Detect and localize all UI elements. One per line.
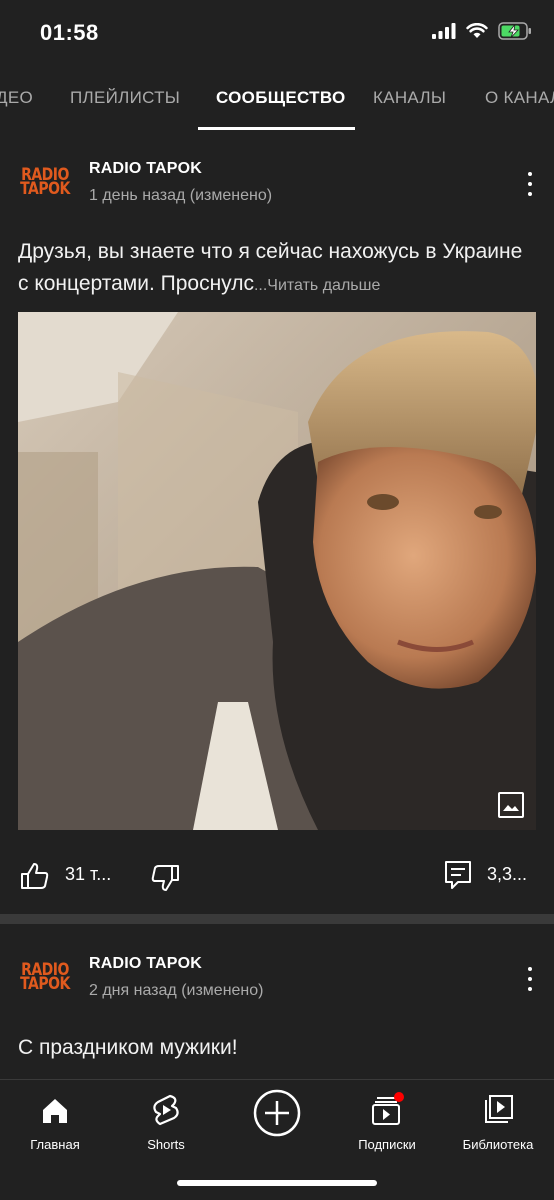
post-menu-button[interactable] <box>520 965 540 993</box>
subscriptions-icon <box>372 1092 404 1125</box>
home-indicator[interactable] <box>177 1180 377 1186</box>
read-more-link[interactable]: ...Читать дальше <box>254 277 380 294</box>
comment-count: 3,3... <box>487 864 528 884</box>
nav-label: Shorts <box>147 1137 185 1152</box>
channel-tabs: ДЕО ПЛЕЙЛИСТЫ СООБЩЕСТВО КАНАЛЫ О КАНАЛ <box>0 66 554 130</box>
image-post-icon <box>498 792 524 818</box>
status-icons <box>432 22 532 40</box>
post-divider <box>0 914 554 924</box>
post-text[interactable]: С праздником мужики! <box>18 1032 538 1064</box>
nav-label: Библиотека <box>462 1137 534 1152</box>
post-time: 1 день назад (изменено) <box>89 187 273 204</box>
status-time: 01:58 <box>40 20 99 45</box>
channel-name[interactable]: RADIO TAPOK <box>89 160 202 178</box>
library-icon <box>485 1095 513 1123</box>
active-tab-indicator <box>198 127 355 130</box>
photo-illustration <box>18 312 536 830</box>
post-time: 2 дня назад (изменено) <box>89 982 264 999</box>
dislike-icon[interactable] <box>150 864 180 892</box>
channel-avatar[interactable]: RADIO TAPOK <box>18 162 72 202</box>
wifi-icon <box>466 23 488 38</box>
home-icon <box>43 1099 67 1123</box>
create-icon <box>253 1089 301 1137</box>
post-text[interactable]: Друзья, вы знаете что я сейчас нахожусь … <box>18 236 538 302</box>
channel-name[interactable]: RADIO TAPOK <box>89 955 202 973</box>
avatar-text-line: TAPOK <box>20 179 70 199</box>
tab-channels[interactable]: КАНАЛЫ <box>373 88 446 108</box>
post-menu-button[interactable] <box>520 170 540 198</box>
status-bar: 01:58 <box>0 0 554 66</box>
post-image[interactable] <box>18 312 536 830</box>
comments-icon[interactable] <box>444 860 472 890</box>
post-actions: 31 т... 3,3... <box>0 852 554 900</box>
cellular-signal-icon <box>432 23 456 39</box>
tab-community[interactable]: СООБЩЕСТВО <box>216 88 346 108</box>
notification-dot <box>394 1092 404 1102</box>
tab-about[interactable]: О КАНАЛ <box>485 88 554 108</box>
tab-videos[interactable]: ДЕО <box>0 88 33 108</box>
like-count: 31 т... <box>65 864 112 884</box>
nav-label: Главная <box>30 1137 80 1152</box>
tab-playlists[interactable]: ПЛЕЙЛИСТЫ <box>70 88 180 108</box>
battery-charging-icon <box>498 22 531 40</box>
shorts-icon <box>153 1094 179 1126</box>
nav-label: Подписки <box>358 1137 416 1152</box>
avatar-text-line: TAPOK <box>20 974 70 994</box>
like-icon[interactable] <box>20 862 50 890</box>
channel-avatar[interactable]: RADIO TAPOK <box>18 957 72 997</box>
